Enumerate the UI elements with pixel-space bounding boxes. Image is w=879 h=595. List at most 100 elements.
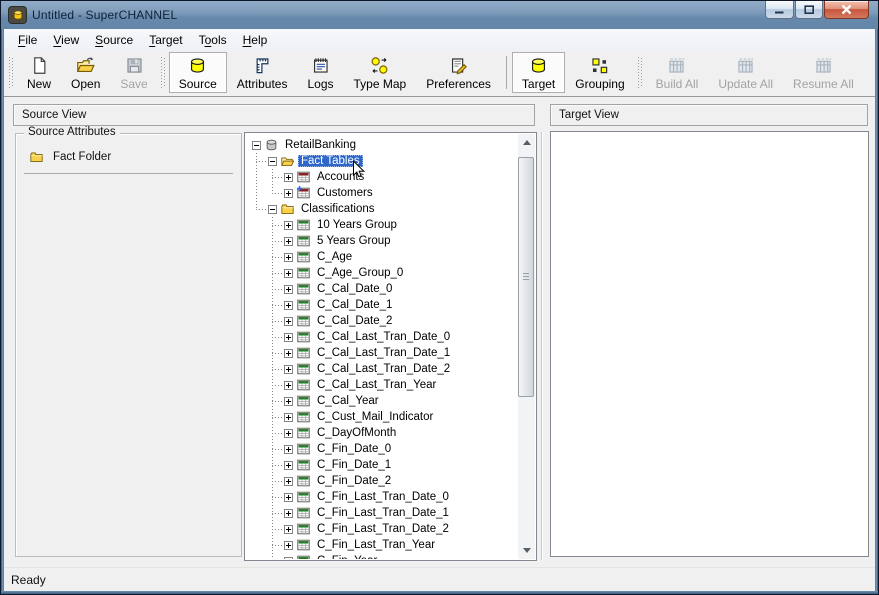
collapse-icon[interactable] [252,141,261,150]
tree-item-c-fin-year[interactable]: C_Fin_Year [246,553,518,559]
expand-icon[interactable] [284,349,293,358]
panel-splitter[interactable] [541,132,542,560]
tree-item-label[interactable]: C_Fin_Year [314,555,380,559]
fact-folder-item[interactable]: Fact Folder [26,150,241,164]
scrollbar-thumb[interactable] [518,157,534,397]
tree-item-label[interactable]: C_Age_Group_0 [314,267,406,279]
menu-item-tools[interactable]: Tools [191,31,235,49]
title-bar[interactable]: Untitled - SuperCHANNEL [1,1,878,29]
tree-item-label[interactable]: C_Cal_Date_1 [314,299,395,311]
collapse-icon[interactable] [268,157,277,166]
type-map-button[interactable]: Type Map [344,52,417,93]
tree-item-label[interactable]: C_Cal_Last_Tran_Date_1 [314,347,453,359]
expand-icon[interactable] [284,253,293,262]
tree-item-c-age-group-0[interactable]: C_Age_Group_0 [246,265,518,281]
tree-scrollbar[interactable] [518,134,535,559]
tree-item-label[interactable]: Customers [314,187,376,199]
menu-item-target[interactable]: Target [141,31,190,49]
tree-item-label[interactable]: C_Cal_Last_Tran_Date_2 [314,363,453,375]
expand-icon[interactable] [284,237,293,246]
tree-item-label[interactable]: 10 Years Group [314,219,400,231]
tree-item-label[interactable]: Classifications [298,203,378,215]
tree-item-label[interactable]: C_DayOfMonth [314,427,399,439]
expand-icon[interactable] [284,397,293,406]
tree-item-c-dayofmonth[interactable]: C_DayOfMonth [246,425,518,441]
expand-icon[interactable] [284,429,293,438]
tree-item-c-cust-mail-indicator[interactable]: C_Cust_Mail_Indicator [246,409,518,425]
expand-icon[interactable] [284,509,293,518]
expand-icon[interactable] [284,557,293,560]
tree-item-c-fin-last-tran-date-2[interactable]: C_Fin_Last_Tran_Date_2 [246,521,518,537]
menu-item-file[interactable]: File [10,31,45,49]
expand-icon[interactable] [284,365,293,374]
tree-item-c-cal-last-tran-date-1[interactable]: C_Cal_Last_Tran_Date_1 [246,345,518,361]
tree-item-c-fin-last-tran-date-1[interactable]: C_Fin_Last_Tran_Date_1 [246,505,518,521]
tree-item-classifications[interactable]: Classifications [246,201,518,217]
tree-item-label[interactable]: C_Cal_Date_0 [314,283,395,295]
expand-icon[interactable] [284,221,293,230]
menu-item-view[interactable]: View [45,31,87,49]
tree-item-c-fin-last-tran-date-0[interactable]: C_Fin_Last_Tran_Date_0 [246,489,518,505]
scroll-down-button[interactable] [518,542,535,559]
tree-item-label[interactable]: C_Fin_Last_Tran_Year [314,539,438,551]
tree-item-c-fin-date-2[interactable]: C_Fin_Date_2 [246,473,518,489]
expand-icon[interactable] [284,301,293,310]
tree-item-c-cal-last-tran-year[interactable]: C_Cal_Last_Tran_Year [246,377,518,393]
grouping-button[interactable]: Grouping [565,52,634,93]
tree-item-c-age[interactable]: C_Age [246,249,518,265]
expand-icon[interactable] [284,285,293,294]
expand-icon[interactable] [284,461,293,470]
collapse-icon[interactable] [268,205,277,214]
tree-item-accounts[interactable]: Accounts [246,169,518,185]
tree-item-label[interactable]: C_Cal_Last_Tran_Date_0 [314,331,453,343]
tree-item-customers[interactable]: Customers [246,185,518,201]
open-button[interactable]: Open [61,52,110,93]
expand-icon[interactable] [284,493,293,502]
tree-item-c-fin-last-tran-year[interactable]: C_Fin_Last_Tran_Year [246,537,518,553]
new-button[interactable]: New [17,52,61,93]
tree-item-label[interactable]: C_Fin_Date_2 [314,475,394,487]
tree-item-label[interactable]: C_Cal_Last_Tran_Year [314,379,439,391]
tree-item-label[interactable]: RetailBanking [282,139,359,151]
tree-item-label[interactable]: 5 Years Group [314,235,394,247]
expand-icon[interactable] [284,333,293,342]
tree-item-label[interactable]: C_Fin_Last_Tran_Date_2 [314,523,452,535]
tree-item-label[interactable]: C_Cust_Mail_Indicator [314,411,436,423]
tree-item-label[interactable]: C_Cal_Date_2 [314,315,395,327]
tree-item-c-fin-date-1[interactable]: C_Fin_Date_1 [246,457,518,473]
tree-item-label[interactable]: C_Fin_Last_Tran_Date_1 [314,507,452,519]
expand-icon[interactable] [284,445,293,454]
source-button[interactable]: Source [169,52,227,93]
tree-item-retailbanking[interactable]: RetailBanking [246,137,518,153]
scroll-up-button[interactable] [518,134,535,151]
tree-item-c-cal-date-2[interactable]: C_Cal_Date_2 [246,313,518,329]
tree-item-label[interactable]: C_Fin_Last_Tran_Date_0 [314,491,452,503]
target-button[interactable]: Target [512,52,565,93]
expand-icon[interactable] [284,381,293,390]
tree-item-c-cal-year[interactable]: C_Cal_Year [246,393,518,409]
attributes-button[interactable]: Attributes [227,52,298,93]
expand-icon[interactable] [284,413,293,422]
tree-item-c-cal-last-tran-date-2[interactable]: C_Cal_Last_Tran_Date_2 [246,361,518,377]
tree-item-5-years-group[interactable]: 5 Years Group [246,233,518,249]
close-button[interactable] [824,1,869,19]
expand-icon[interactable] [284,541,293,550]
expand-icon[interactable] [284,173,293,182]
tree-item-c-cal-date-1[interactable]: C_Cal_Date_1 [246,297,518,313]
tree-item-c-cal-date-0[interactable]: C_Cal_Date_0 [246,281,518,297]
tree-item-label[interactable]: C_Fin_Date_0 [314,443,394,455]
maximize-button[interactable] [795,1,823,19]
expand-icon[interactable] [284,525,293,534]
expand-icon[interactable] [284,477,293,486]
expand-icon[interactable] [284,269,293,278]
tree-item-label[interactable]: C_Fin_Date_1 [314,459,394,471]
tree-item-label[interactable]: C_Age [314,251,355,263]
menu-item-source[interactable]: Source [87,31,141,49]
tree-item-10-years-group[interactable]: 10 Years Group [246,217,518,233]
tree-item-c-cal-last-tran-date-0[interactable]: C_Cal_Last_Tran_Date_0 [246,329,518,345]
preferences-button[interactable]: Preferences [416,52,501,93]
tree-item-fact-tables[interactable]: Fact Tables [246,153,518,169]
tree-item-c-fin-date-0[interactable]: C_Fin_Date_0 [246,441,518,457]
menu-item-help[interactable]: Help [235,31,276,49]
expand-icon[interactable] [284,317,293,326]
